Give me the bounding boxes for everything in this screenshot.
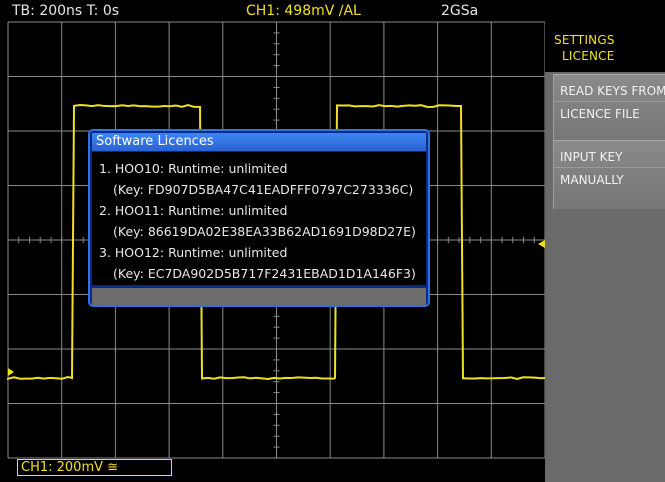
licence-list: 1. HOO10: Runtime: unlimited (Key: FD907… [92, 152, 426, 285]
panel-title: SETTINGS [554, 33, 615, 47]
softkey-label-line1: INPUT KEY [560, 150, 622, 164]
licence-entry: 1. HOO10: Runtime: unlimited [99, 161, 287, 176]
softkey-label-line1: READ KEYS FROM [560, 84, 665, 98]
dialog-title: Software Licences [92, 133, 426, 151]
licence-key: (Key: FD907D5BA47C41EADFFF0797C273336C) [113, 182, 413, 197]
panel-header: SETTINGS LICENCE [545, 0, 665, 72]
software-licences-dialog: Software Licences 1. HOO10: Runtime: unl… [88, 129, 430, 307]
softkey-divider [554, 101, 665, 102]
panel-subtitle: LICENCE [562, 49, 615, 63]
licence-key: (Key: EC7DA902D5B717F2431EBAD1D1A146F3) [113, 266, 416, 281]
softkey-label-line2: LICENCE FILE [560, 107, 640, 121]
input-key-manually-button[interactable]: INPUT KEY MANUALLY [553, 140, 665, 209]
dialog-footer [92, 288, 426, 305]
read-keys-from-file-button[interactable]: READ KEYS FROM LICENCE FILE [553, 74, 665, 143]
softkey-label-line2: MANUALLY [560, 173, 624, 187]
licence-key: (Key: 86619DA02E38EA33B62AD1691D98D27E) [113, 224, 416, 239]
settings-panel: SETTINGS LICENCE READ KEYS FROM LICENCE … [545, 0, 665, 482]
softkey-divider [554, 167, 665, 168]
ch1-scale-box[interactable]: CH1: 200mV ≅ [17, 459, 172, 476]
licence-entry: 2. HOO11: Runtime: unlimited [99, 203, 287, 218]
licence-entry: 3. HOO12: Runtime: unlimited [99, 245, 287, 260]
